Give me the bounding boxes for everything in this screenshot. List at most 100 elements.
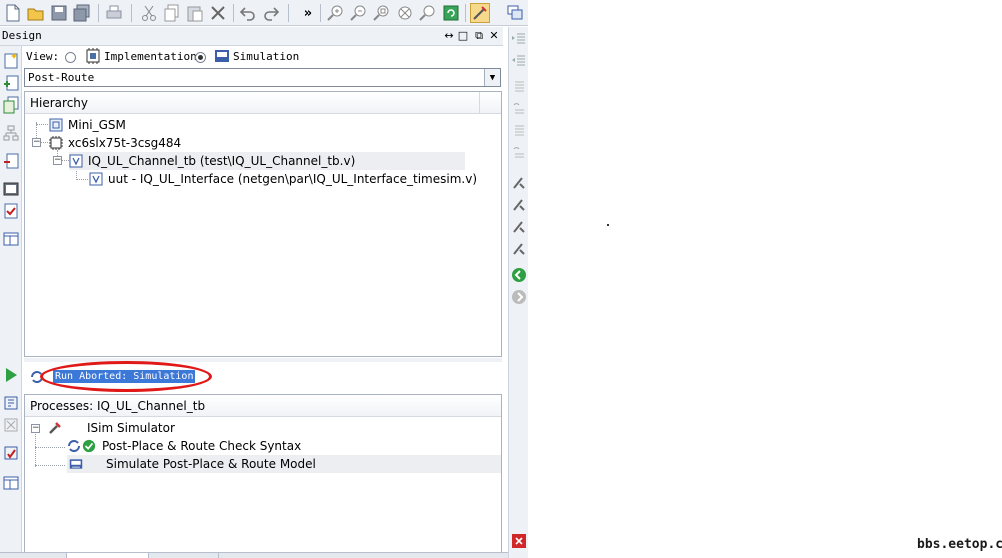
process-item-check-syntax[interactable]: Post-Place & Route Check Syntax [67,437,301,455]
maximize-panel-icon[interactable]: □ [457,29,469,42]
zoom-fit-icon[interactable] [372,3,392,23]
toolbar-overflow-button[interactable]: » [298,3,318,23]
panel-layout-icon[interactable] [505,3,525,23]
rerun-all-icon[interactable] [2,416,20,434]
forward-icon[interactable] [511,289,527,305]
processes-panel: Processes: IQ_UL_Channel_tb − ISim Simul… [24,394,502,553]
tree-item-label: Mini_GSM [68,118,126,132]
process-item-isim[interactable]: ISim Simulator [47,419,175,437]
zoom-in-icon[interactable] [326,3,346,23]
properties-icon[interactable] [2,180,20,198]
close-panel-icon[interactable]: ✕ [488,29,500,42]
save-all-icon[interactable] [72,3,92,23]
zoom-out-icon[interactable] [349,3,369,23]
process-item-label: Post-Place & Route Check Syntax [102,439,302,453]
process-item-label: Simulate Post-Place & Route Model [106,457,316,471]
close-document-icon[interactable] [511,533,527,549]
add-source-icon[interactable] [2,74,20,92]
main-toolbar: » [0,0,528,26]
back-icon[interactable] [511,267,527,283]
undo-icon[interactable] [238,3,258,23]
indent-icon[interactable] [511,31,527,47]
undo-comment-icon[interactable] [511,145,527,161]
tree-item-label: IQ_UL_Channel_tb (test\IQ_UL_Channel_tb.… [88,154,356,168]
hierarchy-header-label: Hierarchy [30,96,89,110]
design-view-dropdown-value: Post-Route [28,71,95,84]
process-item-simulate[interactable]: Simulate Post-Place & Route Model [67,455,501,473]
clear-bookmarks-icon[interactable] [511,241,527,257]
save-icon[interactable] [49,3,69,23]
processes-header-label: Processes: IQ_UL_Channel_tb [30,399,206,413]
process-item-label: ISim Simulator [87,421,175,435]
add-copy-source-icon[interactable] [2,96,20,114]
simulation-option-label[interactable]: Simulation [233,50,299,63]
implementation-view-icon [85,48,101,67]
collapse-device-toggle[interactable]: − [32,138,41,147]
bookmark-icon[interactable] [511,175,527,191]
tree-item-label: uut - IQ_UL_Interface (netgen\par\IQ_UL_… [108,172,477,186]
bottom-tab-strip [0,552,508,558]
right-toolstrip [508,27,528,558]
implementation-radio[interactable] [65,52,76,63]
toggle-comment-icon[interactable] [511,123,527,139]
comment-icon[interactable] [511,79,527,95]
view-label: View: [26,50,60,63]
print-icon[interactable] [104,3,124,23]
float-panel-icon[interactable]: ↔ [443,29,455,42]
implementation-option-label[interactable]: Implementation [104,50,197,63]
processes-header: Processes: IQ_UL_Channel_tb [25,395,501,417]
tree-item-uut[interactable]: uut - IQ_UL_Interface (netgen\par\IQ_UL_… [89,170,477,188]
isim-icon [67,457,85,471]
panel-toggle-icon[interactable] [2,230,20,248]
hierarchy-view-icon[interactable] [2,124,20,142]
prev-bookmark-icon[interactable] [511,219,527,235]
refresh-process-icon [67,439,81,453]
open-folder-icon[interactable] [26,3,46,23]
annotation-ellipse [40,361,212,392]
tree-item-project[interactable]: Mini_GSM [49,116,126,134]
rerun-icon[interactable] [2,394,20,412]
new-file-icon[interactable] [3,3,23,23]
process-status-row: Run Aborted: Simulation [22,361,502,392]
restore-panel-icon[interactable]: ⧉ [473,29,485,43]
redo-icon[interactable] [261,3,281,23]
tree-item-device[interactable]: xc6slx75t-3csg484 [49,134,181,152]
zoom-area-icon[interactable] [418,3,438,23]
next-bookmark-icon[interactable] [511,197,527,213]
bottom-tab-design[interactable] [66,553,148,558]
uncomment-icon[interactable] [511,101,527,117]
bottom-tab-files[interactable] [148,553,218,558]
hierarchy-header: Hierarchy [25,92,501,114]
simulation-view-icon [214,48,230,67]
new-source-icon[interactable] [2,52,20,70]
tools-icon [47,421,63,435]
design-panel-title: Design [2,29,42,42]
paste-icon[interactable] [185,3,205,23]
tree-item-testbench[interactable]: IQ_UL_Channel_tb (test\IQ_UL_Channel_tb.… [69,152,465,170]
simulation-radio[interactable] [195,52,206,63]
watermark-text: bbs.eetop.cn [917,537,1002,552]
collapse-testbench-toggle[interactable]: − [53,156,62,165]
delete-icon[interactable] [208,3,228,23]
design-panel-header: Design ↔ □ ⧉ ✕ [0,27,503,46]
outdent-icon[interactable] [511,53,527,69]
project-icon [49,118,63,132]
collapse-isim-toggle[interactable]: − [31,424,40,433]
stray-pixel [607,224,609,226]
hierarchy-panel: Hierarchy − − Mini_GSM xc6slx75t-3csg484… [24,91,502,357]
design-view-dropdown[interactable]: Post-Route ▼ [24,68,501,87]
bottom-tab-libraries[interactable] [218,553,298,558]
chip-icon [49,136,63,150]
process-panel-toggle-icon[interactable] [2,474,20,492]
remove-source-icon[interactable] [2,152,20,170]
refresh-icon[interactable] [441,3,461,23]
run-process-icon[interactable] [2,366,20,384]
chevron-down-icon[interactable]: ▼ [484,69,500,86]
copy-icon[interactable] [162,3,182,23]
process-properties-icon[interactable] [2,444,20,462]
zoom-full-icon[interactable] [395,3,415,23]
cut-icon[interactable] [139,3,159,23]
design-goals-icon[interactable] [470,3,490,23]
design-left-toolstrip [0,46,22,558]
design-summary-icon[interactable] [2,202,20,220]
